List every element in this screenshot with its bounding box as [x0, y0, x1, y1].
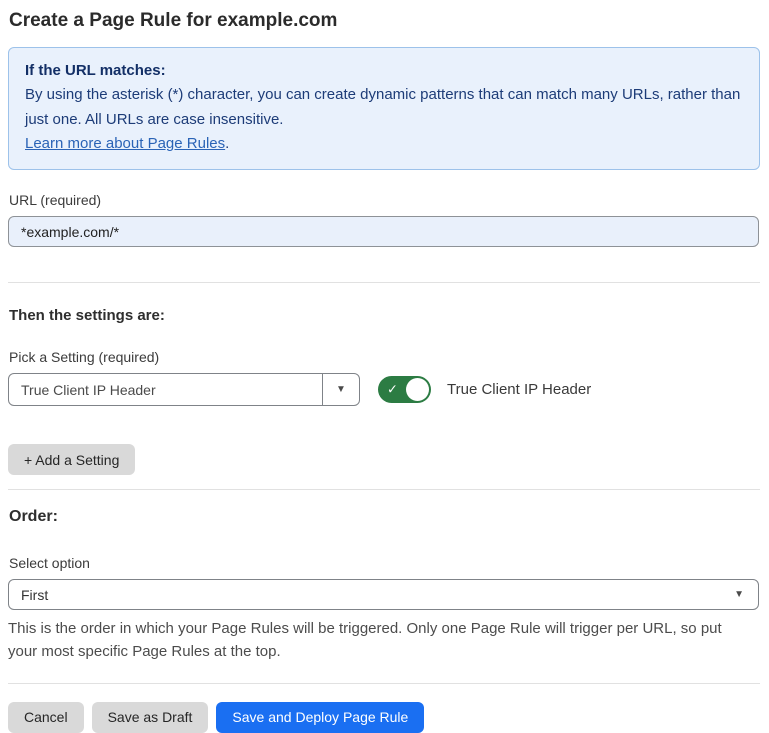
url-field-label: URL (required)	[8, 192, 760, 208]
page-title: Create a Page Rule for example.com	[8, 8, 760, 32]
setting-dropdown-caret-button[interactable]: ▼	[322, 374, 359, 405]
order-select-label: Select option	[8, 555, 760, 571]
check-icon: ✓	[387, 381, 398, 397]
setting-dropdown-value: True Client IP Header	[9, 374, 322, 405]
info-box-link-line: Learn more about Page Rules.	[25, 132, 743, 156]
info-box-body: By using the asterisk (*) character, you…	[25, 83, 743, 132]
url-match-info-box: If the URL matches: By using the asteris…	[8, 47, 760, 170]
learn-more-link[interactable]: Learn more about Page Rules	[25, 135, 225, 152]
url-input[interactable]	[8, 216, 759, 247]
order-section-heading: Order:	[8, 508, 760, 526]
order-help-text: This is the order in which your Page Rul…	[8, 617, 753, 664]
order-select-value: First	[21, 587, 734, 603]
settings-section-heading: Then the settings are:	[8, 307, 760, 324]
info-box-heading: If the URL matches:	[25, 59, 743, 83]
cancel-button[interactable]: Cancel	[8, 702, 84, 733]
chevron-down-icon: ▼	[336, 385, 346, 395]
toggle-knob	[406, 378, 429, 401]
save-as-draft-button[interactable]: Save as Draft	[92, 702, 209, 733]
toggle-label: True Client IP Header	[447, 381, 591, 398]
setting-picker-label: Pick a Setting (required)	[8, 349, 760, 365]
save-and-deploy-button[interactable]: Save and Deploy Page Rule	[216, 702, 424, 733]
add-setting-button[interactable]: + Add a Setting	[8, 444, 135, 475]
setting-row: True Client IP Header ▼ ✓ True Client IP…	[8, 373, 760, 406]
true-client-ip-toggle[interactable]: ✓	[378, 376, 431, 403]
section-divider	[8, 489, 760, 490]
footer-divider	[8, 683, 760, 684]
link-suffix: .	[225, 135, 229, 152]
footer-actions: Cancel Save as Draft Save and Deploy Pag…	[8, 702, 760, 733]
order-select[interactable]: First ▼	[8, 579, 759, 610]
setting-dropdown[interactable]: True Client IP Header ▼	[8, 373, 360, 406]
section-divider	[8, 282, 760, 283]
chevron-down-icon: ▼	[734, 590, 744, 600]
page-rule-form: Create a Page Rule for example.com If th…	[0, 0, 769, 733]
